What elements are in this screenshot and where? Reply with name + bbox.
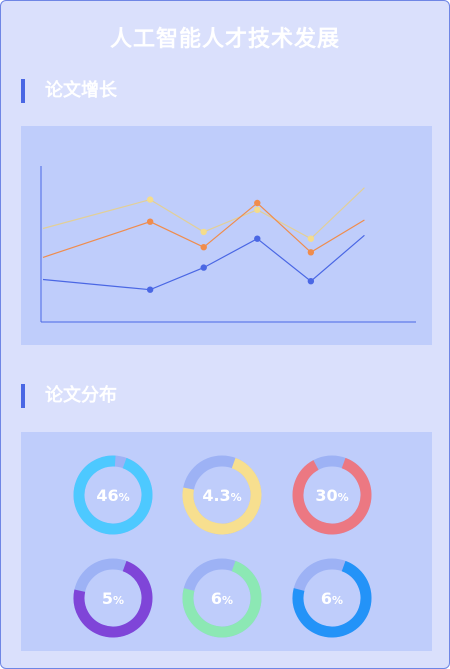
donut-chart-grid: 46% 4.3% 30%5% 6% 6%	[73, 455, 372, 638]
dashboard-card: 人工智能人才技术发展 论文增长 论文分布 46% 4.3% 30% 5% 6% 6%	[0, 0, 450, 669]
donut-1: 46%	[73, 455, 153, 535]
section-accent-bar	[21, 79, 25, 103]
donut-2: 4.3%	[182, 455, 262, 535]
donut-3: 30%	[292, 455, 372, 535]
donut-6: 6%	[292, 558, 372, 638]
donut-value-unit: %	[338, 491, 349, 504]
series-3-point	[307, 278, 315, 285]
donut-value-number: 6	[321, 589, 332, 608]
section-accent-bar	[21, 384, 25, 408]
donut-value-number: 30	[315, 486, 337, 505]
donut-value-label: 4.3%	[202, 486, 241, 505]
donut-value-number: 46	[96, 486, 118, 505]
series-1-point	[200, 228, 207, 236]
series-3-point	[146, 286, 154, 293]
donut-chart-panel: 46% 4.3% 30% 5% 6% 6%	[21, 432, 432, 651]
series-3-point	[200, 264, 207, 271]
donut-4: 5%	[73, 558, 153, 638]
donut-value-unit: %	[119, 491, 130, 504]
series-3-line	[42, 234, 365, 291]
series-1-point	[307, 235, 315, 242]
line-chart-panel	[21, 126, 432, 345]
donut-value-number: 5	[102, 589, 113, 608]
section-title-distribution: 论文分布	[45, 385, 117, 406]
series-2-point	[200, 244, 207, 251]
donut-value-label: 6%	[321, 589, 343, 608]
donut-value-unit: %	[113, 594, 124, 607]
series-2-point	[254, 199, 261, 207]
donut-value-number: 6	[211, 589, 222, 608]
donut-value-label: 5%	[102, 589, 124, 608]
donut-value-label: 46%	[96, 486, 129, 505]
line-chart	[40, 166, 416, 323]
section-title-growth: 论文增长	[45, 80, 117, 101]
series-2-point	[307, 249, 315, 256]
donut-value-label: 30%	[315, 486, 348, 505]
series-1-point	[146, 196, 154, 203]
page-title: 人工智能人才技术发展	[109, 27, 340, 52]
series-3-point	[254, 235, 261, 242]
series-1-point	[254, 206, 261, 213]
donut-value-unit: %	[222, 594, 233, 607]
donut-5: 6%	[182, 558, 262, 638]
donut-value-label: 6%	[211, 589, 233, 608]
donut-value-number: 4.3	[202, 486, 230, 505]
donut-value-unit: %	[231, 491, 242, 504]
donut-value-unit: %	[332, 594, 343, 607]
series-2-point	[146, 218, 154, 225]
